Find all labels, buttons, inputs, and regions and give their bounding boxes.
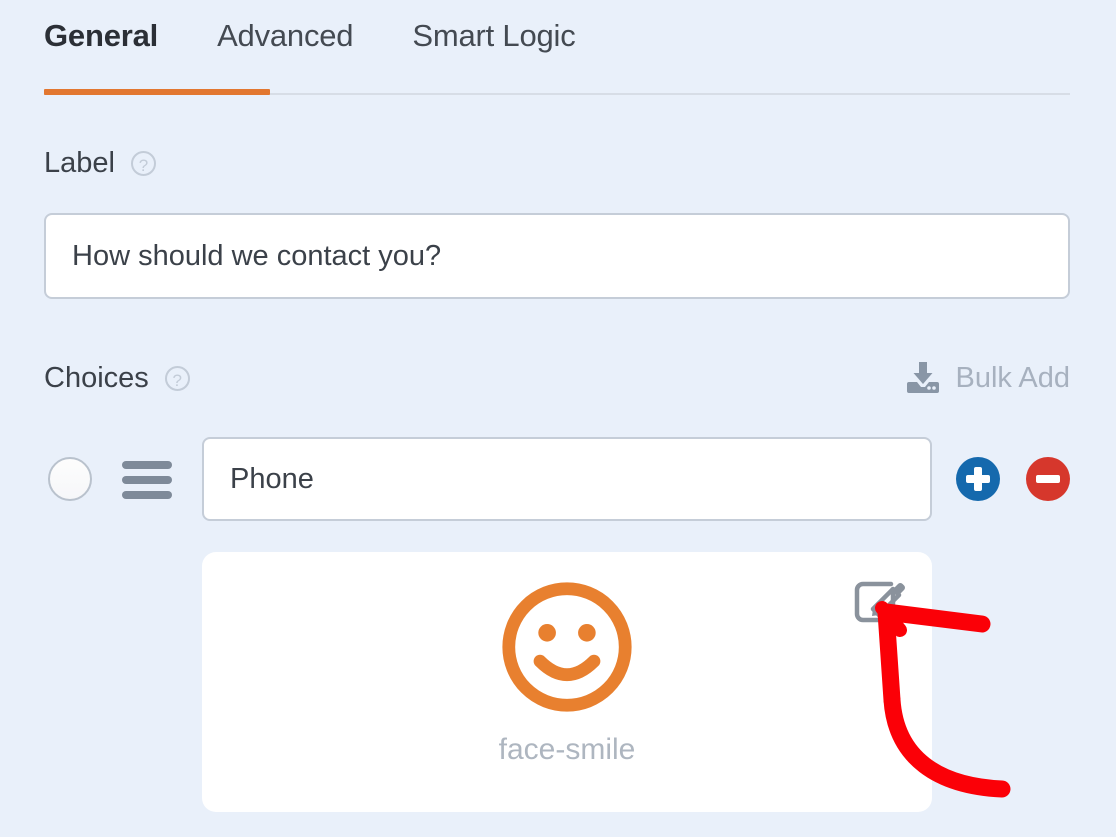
choice-icon-card[interactable]: face-smile	[202, 552, 932, 812]
edit-icon-button[interactable]	[852, 576, 910, 628]
add-choice-button[interactable]	[956, 457, 1000, 501]
choice-icon-preview: face-smile	[202, 552, 932, 784]
question-circle-icon[interactable]: ?	[130, 150, 156, 176]
label-field-header: Label ?	[44, 146, 156, 180]
choices-section-title: Choices	[44, 362, 149, 394]
label-input[interactable]	[44, 213, 1070, 299]
drag-handle-icon[interactable]	[122, 461, 172, 499]
pencil-square-icon	[854, 581, 905, 623]
bulk-add-button[interactable]: Bulk Add	[906, 361, 1070, 395]
active-tab-indicator	[44, 89, 270, 95]
tab-general[interactable]: General	[44, 16, 158, 56]
tab-advanced[interactable]: Advanced	[217, 16, 353, 56]
import-download-icon	[906, 362, 939, 393]
choices-section-header: Choices ?	[44, 361, 190, 395]
settings-tabs-bar: General Advanced Smart Logic	[0, 0, 1116, 99]
remove-choice-button[interactable]	[1026, 457, 1070, 501]
bulk-add-label: Bulk Add	[955, 362, 1070, 394]
label-field-title: Label	[44, 147, 115, 179]
tab-list: General Advanced Smart Logic	[44, 16, 635, 56]
choice-icon-name: face-smile	[498, 733, 636, 766]
question-circle-icon[interactable]: ?	[164, 365, 190, 391]
radio-unchecked-icon[interactable]	[48, 457, 92, 501]
tab-smart-logic[interactable]: Smart Logic	[412, 16, 575, 56]
choice-label-input[interactable]	[202, 437, 932, 521]
face-smile-icon	[502, 582, 632, 712]
